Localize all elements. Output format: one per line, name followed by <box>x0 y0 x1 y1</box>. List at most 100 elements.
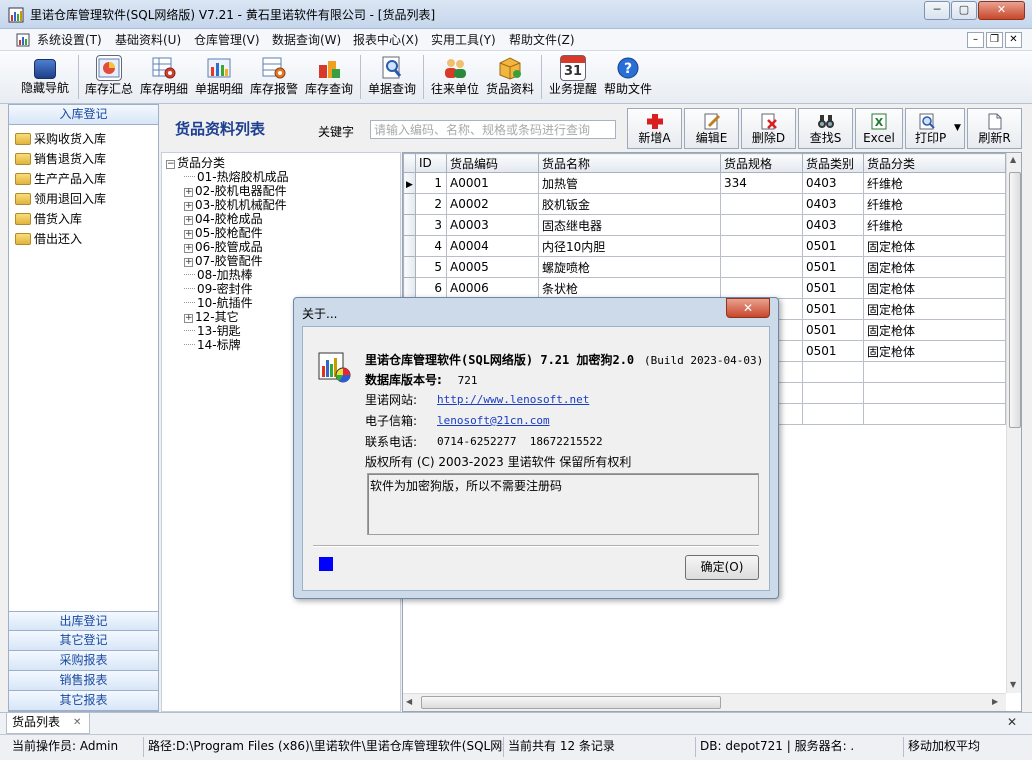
table-cell[interactable]: 固定枪体 <box>863 256 1006 278</box>
table-row[interactable]: ▶ 1 A0001 加热管 334 0403 纤维枪 <box>403 172 1006 194</box>
toolbar-stock-alarm-button[interactable]: 库存报警 <box>248 53 300 101</box>
table-cell[interactable] <box>802 361 864 383</box>
expand-icon[interactable]: + <box>184 188 193 197</box>
row-indicator[interactable]: ▶ <box>403 172 416 194</box>
column-header-name[interactable]: 货品名称 <box>538 153 721 173</box>
table-cell[interactable]: 3 <box>415 214 447 236</box>
dialog-close-button[interactable]: ✕ <box>726 298 770 318</box>
menu-data-query[interactable]: 数据查询(W) <box>272 32 341 48</box>
scroll-up-icon[interactable]: ▲ <box>1010 155 1016 164</box>
table-cell[interactable]: 纤维枪 <box>863 214 1006 236</box>
table-cell[interactable]: 5 <box>415 256 447 278</box>
scroll-right-icon[interactable]: ▶ <box>992 697 998 706</box>
toolbar-stock-query-button[interactable]: 库存查询 <box>303 53 355 101</box>
table-cell[interactable]: 0501 <box>802 235 864 257</box>
table-cell[interactable]: 条状枪 <box>538 277 721 299</box>
table-row[interactable]: 5 A0005 螺旋喷枪 0501 固定枪体 <box>403 256 1006 278</box>
table-cell[interactable]: A0001 <box>446 172 539 194</box>
expand-icon[interactable]: + <box>184 314 193 323</box>
table-cell[interactable] <box>802 382 864 404</box>
tree-node[interactable]: +12-其它 <box>184 310 239 324</box>
table-cell[interactable]: A0006 <box>446 277 539 299</box>
table-cell[interactable]: 0501 <box>802 319 864 341</box>
column-header-class[interactable]: 货品分类 <box>863 153 1006 173</box>
table-cell[interactable]: 固定枪体 <box>863 298 1006 320</box>
row-indicator[interactable] <box>403 256 416 278</box>
minimize-button[interactable]: ─ <box>924 1 950 20</box>
menu-help[interactable]: 帮助文件(Z) <box>509 32 575 48</box>
email-link[interactable]: lenosoft@21cn.com <box>437 414 550 428</box>
table-cell[interactable]: 0403 <box>802 214 864 236</box>
toolbar-bill-query-button[interactable]: 单据查询 <box>366 53 418 101</box>
tree-node[interactable]: +07-胶管配件 <box>184 254 263 268</box>
nav-item-sales-return[interactable]: 销售退货入库 <box>15 150 106 168</box>
scroll-thumb-horizontal[interactable] <box>421 696 721 709</box>
mdi-minimize-button[interactable]: – <box>967 32 984 48</box>
tree-node[interactable]: +04-胶枪成品 <box>184 212 263 226</box>
tree-node[interactable]: +02-胶机电器配件 <box>184 184 287 198</box>
tree-root[interactable]: − 货品分类 <box>166 156 225 170</box>
maximize-button[interactable]: ▢ <box>951 1 977 20</box>
table-cell[interactable]: 纤维枪 <box>863 193 1006 215</box>
add-button[interactable]: 新增A <box>627 108 682 149</box>
expand-icon[interactable]: + <box>184 216 193 225</box>
toolbar-help-button[interactable]: ? 帮助文件 <box>602 53 654 101</box>
nav-item-purchase-receipt[interactable]: 采购收货入库 <box>15 130 106 148</box>
table-cell[interactable] <box>802 403 864 425</box>
nav-item-borrow-in[interactable]: 借货入库 <box>15 210 82 228</box>
website-link[interactable]: http://www.lenosoft.net <box>437 393 589 407</box>
scroll-down-icon[interactable]: ▼ <box>1010 680 1016 689</box>
toolbar-stock-detail-button[interactable]: 库存明细 <box>138 53 190 101</box>
table-cell[interactable]: 0501 <box>802 298 864 320</box>
tree-node[interactable]: +05-胶枪配件 <box>184 226 263 240</box>
expand-icon[interactable]: + <box>184 244 193 253</box>
delete-button[interactable]: 删除D <box>741 108 796 149</box>
row-indicator[interactable] <box>403 214 416 236</box>
toolbar-business-reminder-button[interactable]: 31 业务提醒 <box>546 53 600 101</box>
table-cell[interactable]: 固定枪体 <box>863 277 1006 299</box>
tab-close-icon[interactable]: ✕ <box>73 713 81 732</box>
table-cell[interactable] <box>863 403 1006 425</box>
mdi-restore-button[interactable]: ❐ <box>986 32 1003 48</box>
table-cell[interactable]: 固定枪体 <box>863 319 1006 341</box>
table-cell[interactable]: A0002 <box>446 193 539 215</box>
print-button[interactable]: 打印P ▼ <box>905 108 965 149</box>
nav-section-purchase-report[interactable]: 采购报表 <box>9 651 158 671</box>
nav-item-requisition-return[interactable]: 领用退回入库 <box>15 190 106 208</box>
table-cell[interactable]: 0501 <box>802 256 864 278</box>
column-header-id[interactable]: ID <box>415 153 447 173</box>
row-indicator[interactable] <box>403 277 416 299</box>
table-row[interactable]: 3 A0003 固态继电器 0403 纤维枪 <box>403 214 1006 236</box>
expand-icon[interactable]: + <box>184 258 193 267</box>
table-cell[interactable]: 固定枪体 <box>863 340 1006 362</box>
table-cell[interactable]: 固定枪体 <box>863 235 1006 257</box>
nav-section-other-report[interactable]: 其它报表 <box>9 691 158 711</box>
scroll-thumb[interactable] <box>1009 172 1021 428</box>
table-cell[interactable]: 0403 <box>802 172 864 194</box>
toolbar-goods-data-button[interactable]: 货品资料 <box>484 53 536 101</box>
menu-report-center[interactable]: 报表中心(X) <box>353 32 419 48</box>
table-cell[interactable]: A0004 <box>446 235 539 257</box>
menu-warehouse[interactable]: 仓库管理(V) <box>194 32 260 48</box>
search-input[interactable] <box>370 120 616 139</box>
refresh-button[interactable]: 刷新R <box>967 108 1022 149</box>
scroll-left-icon[interactable]: ◀ <box>406 697 412 706</box>
table-cell[interactable]: 0501 <box>802 277 864 299</box>
tree-node[interactable]: 08-加热棒 <box>184 268 253 282</box>
table-cell[interactable]: 2 <box>415 193 447 215</box>
table-cell[interactable]: 加热管 <box>538 172 721 194</box>
close-button[interactable]: ✕ <box>978 1 1025 20</box>
close-document-icon[interactable]: ✕ <box>1007 715 1017 729</box>
menu-basic-data[interactable]: 基础资料(U) <box>115 32 181 48</box>
table-cell[interactable]: 334 <box>720 172 803 194</box>
tree-node[interactable]: 10-航插件 <box>184 296 253 310</box>
tree-node[interactable]: +06-胶管成品 <box>184 240 263 254</box>
table-cell[interactable] <box>720 214 803 236</box>
nav-section-other-register[interactable]: 其它登记 <box>9 631 158 651</box>
row-indicator[interactable] <box>403 193 416 215</box>
menu-system-settings[interactable]: 系统设置(T) <box>37 32 102 48</box>
column-header-category[interactable]: 货品类别 <box>802 153 864 173</box>
nav-section-sales-report[interactable]: 销售报表 <box>9 671 158 691</box>
nav-item-production-receipt[interactable]: 生产产品入库 <box>15 170 106 188</box>
table-cell[interactable]: A0003 <box>446 214 539 236</box>
